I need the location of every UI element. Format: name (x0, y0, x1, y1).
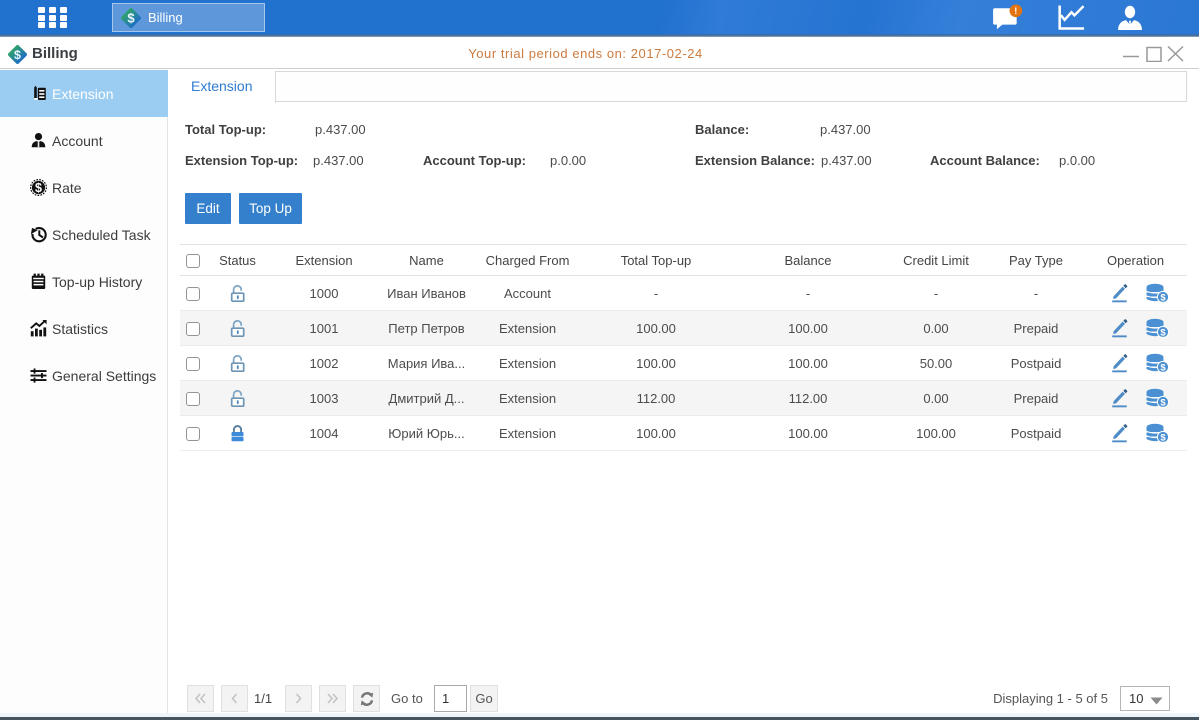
svg-text:$: $ (127, 10, 135, 25)
svg-text:$: $ (1160, 433, 1166, 443)
svg-text:$: $ (1160, 293, 1166, 303)
svg-text:$: $ (1160, 398, 1166, 408)
svg-text:$: $ (35, 181, 42, 195)
svg-text:!: ! (1014, 6, 1017, 16)
svg-text:$: $ (1160, 363, 1166, 373)
svg-text:$: $ (1160, 328, 1166, 338)
